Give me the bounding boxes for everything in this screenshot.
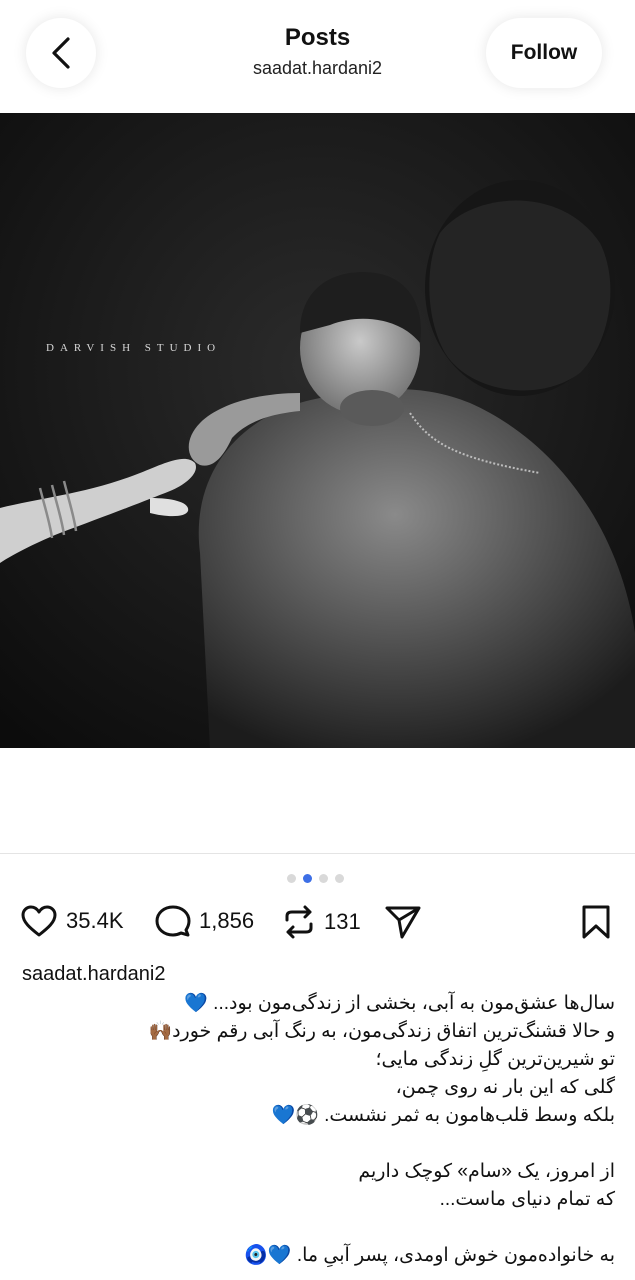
caption-line: گلی که این بار نه روی چمن، [395,1077,615,1098]
comment-action[interactable]: 1,856 [155,904,254,938]
caption-line: که تمام دنیای ماست... [439,1189,615,1210]
photo-watermark: DARVISH STUDIO [46,342,222,354]
carousel-indicator [287,874,344,883]
carousel-dot [319,874,328,883]
bookmark-action[interactable] [580,904,612,940]
caption-line: به خانواده‌مون خوش اومدی، پسر آبیِ ما. 💙… [244,1245,615,1266]
repost-count: 131 [324,909,361,934]
action-bar: 35.4K 1,856 131 [0,900,635,946]
comment-count: 1,856 [199,908,255,933]
caption-line: بلکه وسط قلب‌هامون به ثمر نشست. ⚽️💙 [271,1105,615,1126]
caption-line: و حالا قشنگ‌ترین اتفاق زندگی‌مون، به رنگ… [148,1021,615,1042]
photo-illustration [0,113,635,748]
comment-icon[interactable] [155,904,191,938]
repost-action[interactable]: 131 [282,904,361,940]
caption-username[interactable]: saadat.hardani2 [22,963,165,986]
post-header: Posts saadat.hardani2 Follow [0,0,635,112]
like-count: 35.4K [66,908,124,933]
divider [0,853,635,854]
share-action[interactable] [384,904,422,940]
heart-icon[interactable] [20,904,58,938]
caption-line: تو شیرین‌ترین گلِ زندگی مایی؛ [375,1049,615,1070]
caption-line: از امروز، یک «سام» کوچک داریم [358,1161,615,1182]
carousel-dot [287,874,296,883]
follow-button[interactable]: Follow [486,18,602,88]
post-caption: سال‌ها عشق‌مون به آبی، بخشی از زندگی‌مون… [25,990,615,1270]
caption-line: سال‌ها عشق‌مون به آبی، بخشی از زندگی‌مون… [184,993,615,1014]
share-icon[interactable] [384,904,422,940]
repost-icon[interactable] [282,904,316,940]
post-photo[interactable]: DARVISH STUDIO [0,113,635,748]
carousel-dot [335,874,344,883]
like-action[interactable]: 35.4K [20,904,124,938]
carousel-dot-active [303,874,312,883]
bookmark-icon[interactable] [580,904,612,940]
